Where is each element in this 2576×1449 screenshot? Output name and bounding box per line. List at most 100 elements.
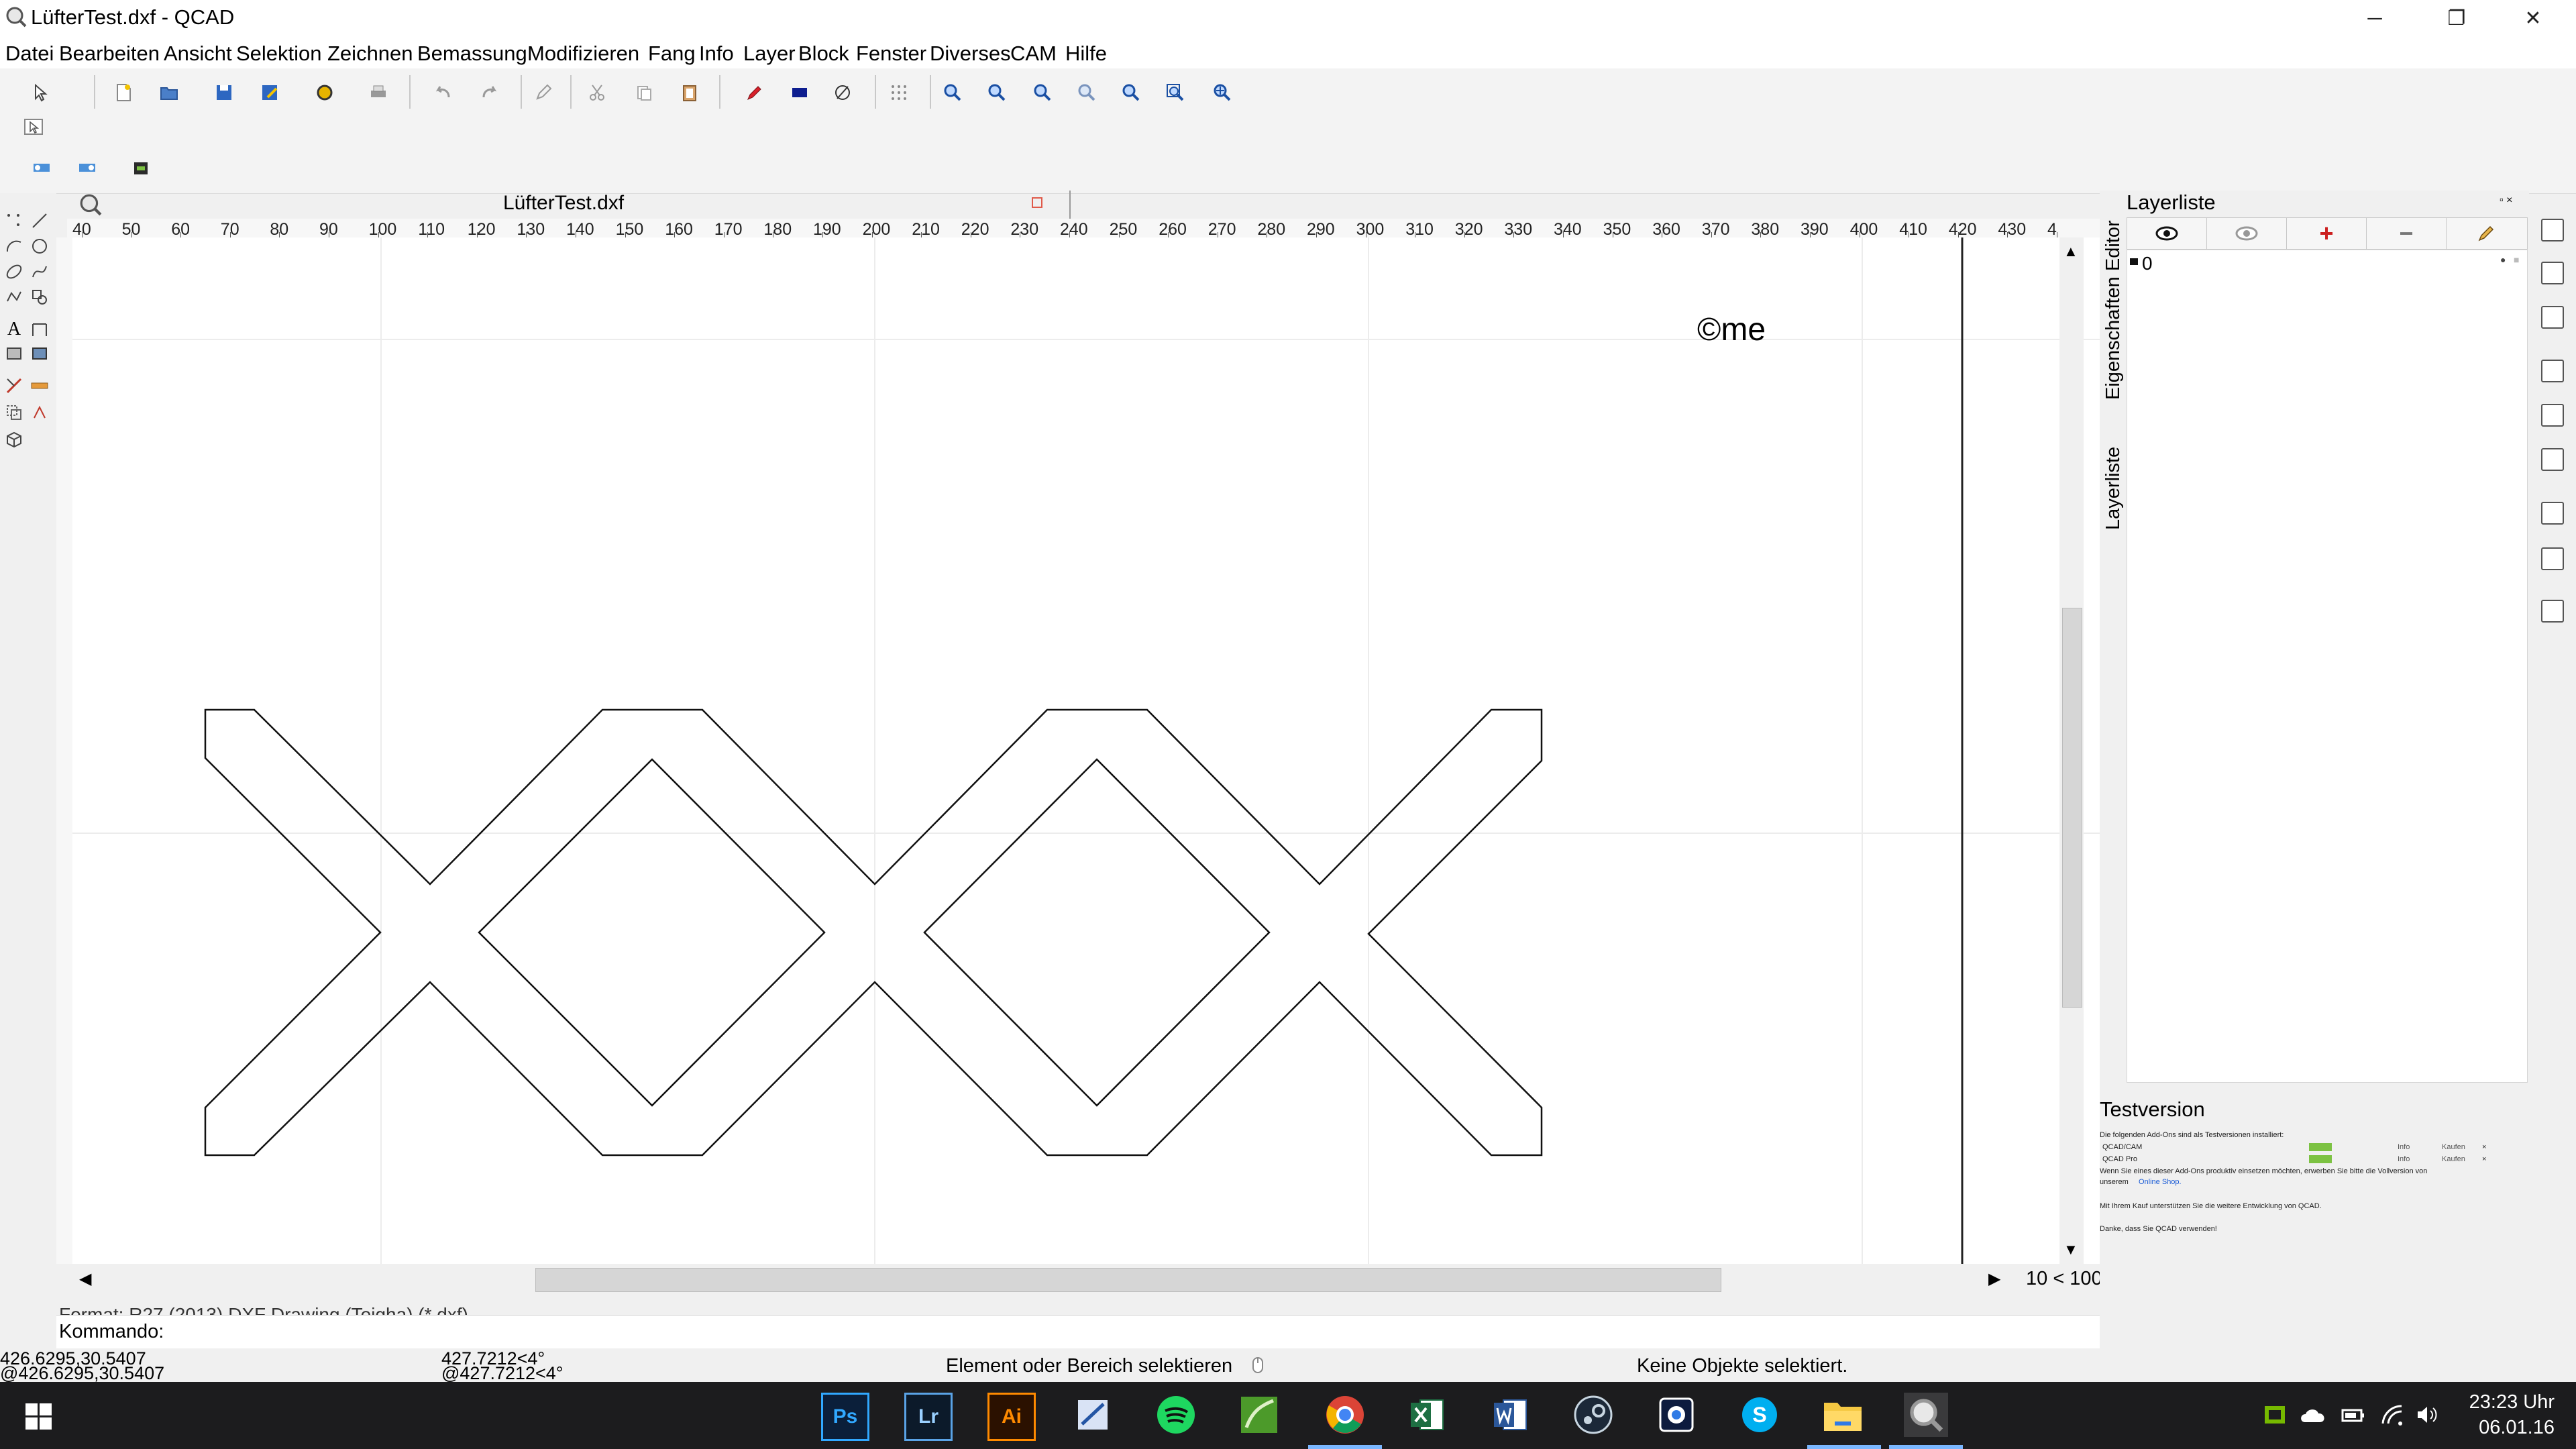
scroll-right-icon[interactable]: ▶ (1988, 1269, 2000, 1289)
line-tool-icon[interactable] (28, 209, 51, 232)
edit-layer-icon[interactable] (2447, 218, 2526, 249)
file-explorer-icon[interactable] (1821, 1393, 1865, 1437)
menu-block[interactable]: Block (798, 42, 849, 66)
dock-icon-3[interactable] (2541, 306, 2564, 329)
dock-icon-6[interactable] (2541, 448, 2564, 471)
zoom-out-icon[interactable] (981, 76, 1013, 109)
text-tool-icon[interactable]: A (3, 318, 25, 341)
print-preview-icon[interactable] (309, 76, 341, 109)
dimension-tool-icon[interactable] (28, 318, 51, 341)
addon-info-link[interactable]: Info (2398, 1143, 2410, 1151)
layer-list[interactable]: 0 ● ■ (2127, 250, 2528, 1083)
pen-color-icon[interactable] (738, 76, 770, 109)
scroll-up-icon[interactable]: ▲ (2063, 243, 2078, 260)
addon-buy-link[interactable]: Kaufen (2442, 1155, 2465, 1163)
excel-icon[interactable] (1405, 1393, 1449, 1437)
close-icon[interactable]: × (2482, 1155, 2486, 1163)
menu-ansicht[interactable]: Ansicht (164, 42, 232, 66)
menu-fang[interactable]: Fang (648, 42, 696, 66)
open-folder-icon[interactable] (153, 76, 185, 109)
battery-tray-icon[interactable] (2340, 1405, 2367, 1425)
editor-app-icon[interactable] (1071, 1393, 1115, 1437)
panel-float-close-icons[interactable]: ▫ × (2500, 195, 2512, 207)
zoom-window-icon[interactable] (1159, 76, 1191, 109)
print-icon[interactable] (362, 76, 394, 109)
polyline-tool-icon[interactable] (3, 286, 25, 309)
cam-pocket-icon[interactable] (71, 152, 103, 184)
line-weight-icon[interactable] (826, 76, 859, 109)
volume-tray-icon[interactable] (2415, 1405, 2439, 1425)
hatch-tool-icon[interactable] (3, 342, 25, 365)
dock-icon-7[interactable] (2541, 502, 2564, 525)
lightroom-icon[interactable]: Lr (904, 1393, 953, 1441)
layer-lock-icon[interactable]: ■ (2514, 254, 2519, 265)
dock-icon-5[interactable] (2541, 404, 2564, 427)
select-tool-icon[interactable] (3, 401, 25, 424)
wifi-tray-icon[interactable] (2380, 1403, 2404, 1426)
clock-time[interactable]: 23:23 Uhr (2469, 1391, 2555, 1413)
arc-tool-icon[interactable] (3, 235, 25, 258)
addon-info-link[interactable]: Info (2398, 1155, 2410, 1163)
circle-tool-icon[interactable] (28, 235, 51, 258)
grid-icon[interactable] (883, 76, 915, 109)
menu-zeichnen[interactable]: Zeichnen (327, 42, 413, 66)
dock-icon-9[interactable] (2541, 600, 2564, 623)
zoom-pan-icon[interactable] (1206, 76, 1238, 109)
copy-icon[interactable] (628, 76, 660, 109)
word-icon[interactable] (1488, 1393, 1532, 1437)
skype-icon[interactable]: S (1737, 1393, 1782, 1437)
spotify-icon[interactable] (1154, 1393, 1198, 1437)
menu-hilfe[interactable]: Hilfe (1065, 42, 1107, 66)
block-tool-icon[interactable] (3, 428, 25, 451)
tab-properties-editor[interactable]: Eigenschaften Editor (2102, 220, 2125, 400)
measure-tool-icon[interactable] (28, 374, 51, 397)
dock-icon-8[interactable] (2541, 547, 2564, 570)
menu-bearbeiten[interactable]: Bearbeiten (59, 42, 160, 66)
menu-bemassung[interactable]: Bemassung (417, 42, 527, 66)
menu-layer[interactable]: Layer (743, 42, 796, 66)
show-all-layers-icon[interactable] (2127, 218, 2207, 249)
vertical-scrollbar[interactable]: ▲ ▼ (2059, 237, 2084, 1264)
zoom-redraw-icon[interactable] (1115, 76, 1147, 109)
menu-diverses[interactable]: Diverses (930, 42, 1011, 66)
save-as-icon[interactable] (254, 76, 286, 109)
menu-cam[interactable]: CAM (1010, 42, 1057, 66)
drawing-canvas[interactable]: ©me (72, 237, 2129, 1264)
dock-icon-4[interactable] (2541, 360, 2564, 382)
layer-visible-icon[interactable]: ● (2500, 254, 2506, 265)
hide-all-layers-icon[interactable] (2207, 218, 2287, 249)
minimize-button[interactable]: ─ (2355, 4, 2395, 34)
cut-icon[interactable] (581, 76, 613, 109)
horizontal-scroll-thumb[interactable] (535, 1268, 1721, 1292)
uplay-icon[interactable] (1654, 1393, 1699, 1437)
maximize-button[interactable]: ❐ (2436, 4, 2477, 34)
chrome-icon[interactable] (1323, 1393, 1367, 1437)
menu-info[interactable]: Info (699, 42, 734, 66)
online-shop-link[interactable]: Online Shop. (2139, 1178, 2182, 1186)
new-file-icon[interactable] (107, 76, 140, 109)
zoom-previous-icon[interactable] (1071, 76, 1103, 109)
qcad-taskbar-icon[interactable] (1904, 1393, 1948, 1437)
menu-fenster[interactable]: Fenster (856, 42, 926, 66)
menu-selektion[interactable]: Selektion (236, 42, 322, 66)
photoshop-icon[interactable]: Ps (821, 1393, 869, 1441)
fan-grille-outline[interactable] (204, 708, 1543, 1157)
copyright-text[interactable]: ©me (1697, 311, 1766, 348)
scroll-left-icon[interactable]: ◀ (79, 1269, 91, 1289)
steam-icon[interactable] (1571, 1393, 1615, 1437)
vertical-scroll-thumb[interactable] (2062, 608, 2082, 1008)
command-input[interactable] (191, 1320, 2407, 1344)
save-icon[interactable] (208, 76, 240, 109)
close-tab-icon[interactable] (1032, 197, 1042, 208)
spline-tool-icon[interactable] (28, 260, 51, 283)
dock-icon-2[interactable] (2541, 262, 2564, 284)
zoom-in-icon[interactable] (936, 76, 969, 109)
image-tool-icon[interactable] (28, 342, 51, 365)
nvidia-tray-icon[interactable] (2263, 1405, 2286, 1425)
horizontal-scrollbar[interactable]: ◀ ▶ (72, 1264, 2011, 1295)
close-button[interactable]: ✕ (2513, 4, 2553, 34)
cam-profile-icon[interactable] (25, 152, 58, 184)
select-pointer-icon[interactable] (24, 76, 56, 109)
garden-planner-icon[interactable] (1237, 1393, 1281, 1437)
fan-grille-hole-right[interactable] (923, 758, 1271, 1107)
